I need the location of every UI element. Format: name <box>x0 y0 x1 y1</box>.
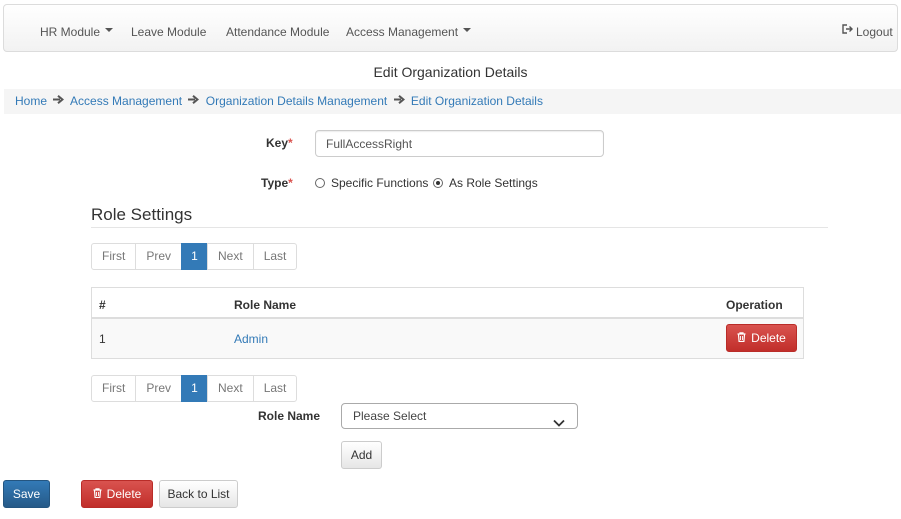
breadcrumb-access-management[interactable]: Access Management <box>70 94 182 108</box>
arrow-right-icon <box>188 88 200 113</box>
arrow-right-icon <box>53 88 65 113</box>
required-marker: * <box>288 176 293 190</box>
nav-attendance-module[interactable]: Attendance Module <box>226 5 329 51</box>
trash-icon <box>93 481 102 507</box>
pagination-top: First Prev 1 Next Last <box>91 243 298 270</box>
breadcrumb-home[interactable]: Home <box>15 94 47 108</box>
delete-label: Delete <box>106 487 142 501</box>
logout-link[interactable]: Logout <box>842 5 893 51</box>
table-cell-role-name: Admin <box>234 332 268 346</box>
pager-last[interactable]: Last <box>252 375 298 402</box>
table-cell-index: 1 <box>99 332 106 346</box>
nav-hr-module[interactable]: HR Module <box>40 5 114 51</box>
key-label-text: Key <box>266 136 289 150</box>
add-role-button[interactable]: Add <box>341 441 382 469</box>
caret-down-icon <box>463 27 472 32</box>
chevron-down-icon <box>553 411 565 435</box>
logout-icon <box>842 3 853 58</box>
page-title: Edit Organization Details <box>373 64 528 80</box>
key-input[interactable] <box>315 130 604 157</box>
key-label: Key* <box>266 136 293 150</box>
type-label-text: Type <box>261 176 289 190</box>
table-header-operation: Operation <box>726 298 783 312</box>
nav-leave-module-label: Leave Module <box>131 25 207 39</box>
pager-last[interactable]: Last <box>252 243 298 270</box>
section-divider <box>91 227 828 228</box>
delete-button[interactable]: Delete <box>81 480 153 508</box>
pager-next[interactable]: Next <box>207 243 254 270</box>
nav-access-management-label: Access Management <box>346 25 459 39</box>
pager-next[interactable]: Next <box>207 375 254 402</box>
role-name-link[interactable]: Admin <box>234 332 268 346</box>
radio-as-role-settings-label: As Role Settings <box>449 176 538 190</box>
nav-access-management[interactable]: Access Management <box>346 5 472 51</box>
top-navbar: HR Module Leave Module Attendance Module… <box>3 4 898 52</box>
back-to-list-button[interactable]: Back to List <box>159 480 238 508</box>
breadcrumb-edit-org-details[interactable]: Edit Organization Details <box>411 94 543 108</box>
role-settings-title: Role Settings <box>91 205 193 224</box>
pager-prev[interactable]: Prev <box>135 243 183 270</box>
roles-table: # Role Name Operation 1 Admin Delete <box>91 287 804 359</box>
radio-specific-functions[interactable] <box>315 178 325 188</box>
pager-first[interactable]: First <box>91 243 137 270</box>
nav-hr-module-label: HR Module <box>40 25 101 39</box>
logout-label: Logout <box>856 25 893 39</box>
pager-page-current[interactable]: 1 <box>181 375 209 402</box>
nav-leave-module[interactable]: Leave Module <box>131 5 206 51</box>
row-delete-label: Delete <box>751 331 786 345</box>
pager-first[interactable]: First <box>91 375 137 402</box>
breadcrumb: Home Access Management Organization Deta… <box>4 89 901 114</box>
trash-icon <box>737 325 746 351</box>
row-delete-button[interactable]: Delete <box>726 324 797 352</box>
pager-prev[interactable]: Prev <box>135 375 183 402</box>
role-name-select[interactable]: Please Select <box>341 403 578 429</box>
required-marker: * <box>288 136 293 150</box>
breadcrumb-org-details-management[interactable]: Organization Details Management <box>206 94 387 108</box>
arrow-right-icon <box>393 88 405 113</box>
table-header-index: # <box>99 298 106 312</box>
save-button[interactable]: Save <box>3 480 50 508</box>
table-header-role-name: Role Name <box>234 298 297 312</box>
radio-specific-functions-label: Specific Functions <box>331 176 429 190</box>
pagination-bottom: First Prev 1 Next Last <box>91 375 298 402</box>
pager-page-current[interactable]: 1 <box>181 243 209 270</box>
caret-down-icon <box>105 27 114 32</box>
role-name-select-value: Please Select <box>353 409 427 423</box>
role-name-label: Role Name <box>258 409 321 423</box>
type-label: Type* <box>261 176 293 190</box>
table-row <box>92 319 803 358</box>
nav-attendance-module-label: Attendance Module <box>226 25 330 39</box>
radio-as-role-settings[interactable] <box>433 178 443 188</box>
